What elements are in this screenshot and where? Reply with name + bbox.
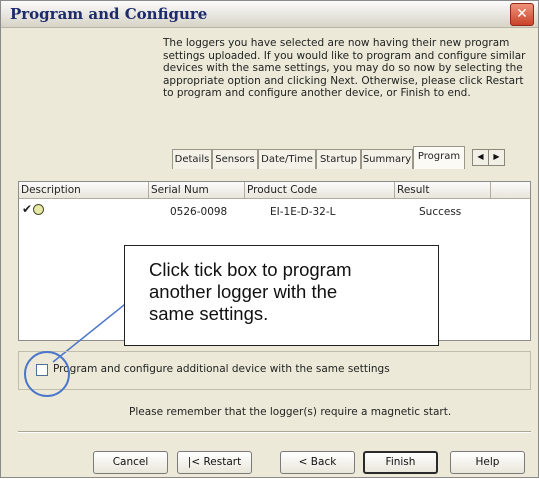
help-button[interactable]: Help xyxy=(450,451,525,474)
program-configure-dialog: Program and Configure ✕ The loggers you … xyxy=(0,0,539,478)
same-settings-label[interactable]: Program and configure additional device … xyxy=(53,363,390,375)
callout-line-2: another logger with the xyxy=(149,281,338,302)
finish-button[interactable]: Finish xyxy=(363,451,438,474)
callout-line-3: same settings. xyxy=(149,303,269,324)
back-button[interactable]: < Back xyxy=(280,451,355,474)
highlight-circle xyxy=(24,351,70,397)
cancel-button[interactable]: Cancel xyxy=(93,451,168,474)
callout-line-1: Click tick box to program xyxy=(149,259,352,280)
instruction-callout: Click tick box to program another logger… xyxy=(124,245,439,346)
magnetic-start-note: Please remember that the logger(s) requi… xyxy=(129,406,452,418)
separator xyxy=(18,431,531,433)
restart-button[interactable]: |< Restart xyxy=(177,451,252,474)
